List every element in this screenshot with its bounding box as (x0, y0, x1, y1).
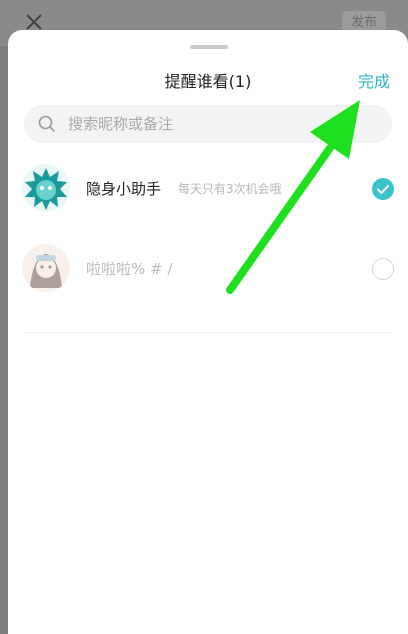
teal-star-avatar-icon (22, 164, 70, 212)
search-icon (38, 115, 56, 133)
girl-avatar-icon (22, 244, 70, 292)
close-icon[interactable] (24, 12, 44, 32)
contact-name: 隐身小助手 (86, 180, 162, 198)
list-divider (24, 332, 392, 333)
annotation-arrow-icon (226, 100, 360, 294)
sheet-title: 提醒谁看(1) (164, 72, 252, 91)
done-button[interactable]: 完成 (358, 68, 390, 92)
mention-sheet: 提醒谁看(1) 完成 搜索昵称或备注 隐身小助手 每天只有3次机会哦 啦啦啦% … (8, 30, 408, 634)
search-placeholder: 搜索昵称或备注 (68, 115, 174, 133)
contact-name: 啦啦啦% # / (86, 260, 173, 278)
sheet-handle[interactable] (190, 45, 228, 49)
